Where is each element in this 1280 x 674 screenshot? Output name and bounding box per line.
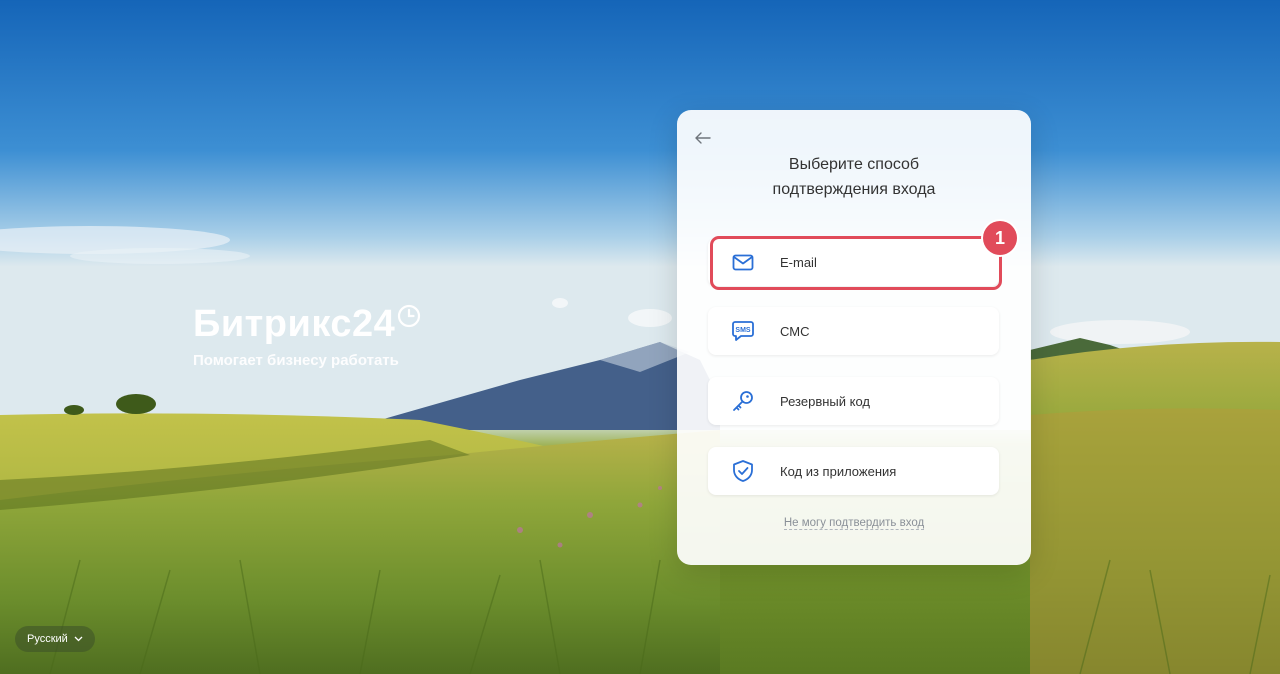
cant-confirm-link[interactable]: Не могу подтвердить вход <box>783 517 925 530</box>
svg-text:SMS: SMS <box>735 327 751 334</box>
language-label: Русский <box>27 633 68 645</box>
chevron-down-icon <box>74 636 83 642</box>
option-app-code-button[interactable]: Код из приложения <box>708 447 999 495</box>
brand-tagline: Помогает бизнесу работать <box>193 352 399 369</box>
mail-icon <box>730 249 756 275</box>
step-badge: 1 <box>983 221 1017 255</box>
option-sms-label: СМС <box>780 323 810 339</box>
sms-icon: SMS <box>730 318 756 344</box>
landscape-background <box>0 0 1280 674</box>
option-email-button[interactable]: E-mail <box>708 238 999 286</box>
option-app-code-label: Код из приложения <box>780 463 897 479</box>
key-icon <box>730 388 756 414</box>
brand-block: Битрикс24 Помогает бизнесу работать <box>193 300 421 369</box>
card-title-line2: подтверждения входа <box>772 181 936 198</box>
auth-method-card: Выберите способ подтверждения входа E-ma… <box>677 110 1031 565</box>
shield-check-icon <box>730 458 756 484</box>
login-page: Битрикс24 Помогает бизнесу работать Русс… <box>0 0 1280 674</box>
brand-logo-text: Битрикс24 <box>193 303 396 345</box>
clock-icon <box>398 304 421 328</box>
brand-logo: Битрикс24 <box>193 300 421 348</box>
option-email-label: E-mail <box>780 254 817 270</box>
back-arrow-icon[interactable] <box>693 128 713 148</box>
card-title-line1: Выберите способ <box>788 156 920 173</box>
option-backup-code-label: Резервный код <box>780 393 870 409</box>
language-selector[interactable]: Русский <box>15 626 95 652</box>
cant-confirm-link-wrap: Не могу подтвердить вход <box>677 517 1031 530</box>
card-title: Выберите способ подтверждения входа <box>677 152 1031 202</box>
option-sms-button[interactable]: SMS СМС <box>708 307 999 355</box>
option-backup-code-button[interactable]: Резервный код <box>708 377 999 425</box>
